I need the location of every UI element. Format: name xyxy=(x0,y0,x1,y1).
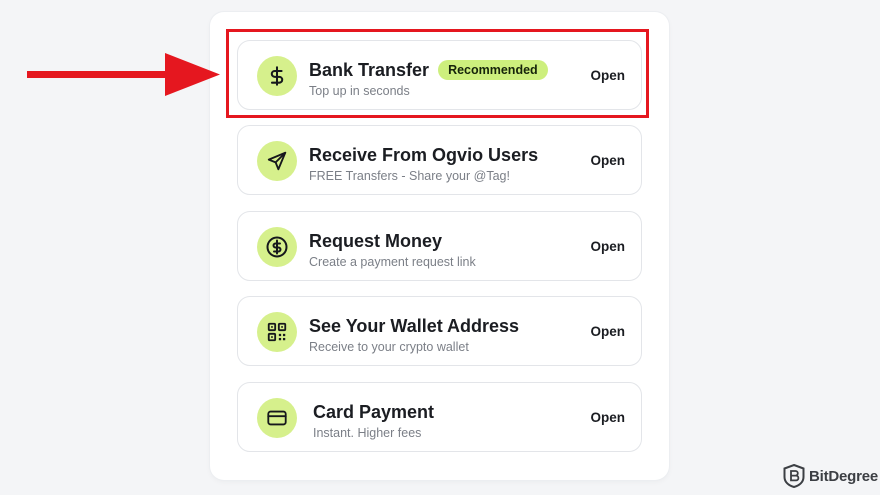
bitdegree-watermark: BitDegree xyxy=(783,464,878,488)
dollar-circle-icon xyxy=(257,227,297,267)
open-request-money-link[interactable]: Open xyxy=(590,239,625,254)
credit-card-icon xyxy=(257,398,297,438)
open-wallet-address-link[interactable]: Open xyxy=(590,324,625,339)
qr-code-icon xyxy=(257,312,297,352)
open-receive-link[interactable]: Open xyxy=(590,153,625,168)
option-request-money[interactable]: Request Money Create a payment request l… xyxy=(237,211,642,281)
option-title: Card Payment xyxy=(313,401,435,422)
option-subtitle: Create a payment request link xyxy=(309,255,476,269)
option-title: See Your Wallet Address xyxy=(309,315,520,336)
option-title: Receive From Ogvio Users xyxy=(309,144,539,165)
option-wallet-address[interactable]: See Your Wallet Address Receive to your … xyxy=(237,296,642,366)
red-arrow-annotation xyxy=(27,53,220,96)
option-subtitle: FREE Transfers - Share your @Tag! xyxy=(309,169,510,183)
highlight-box xyxy=(226,29,649,118)
open-card-payment-link[interactable]: Open xyxy=(590,410,625,425)
option-title: Request Money xyxy=(309,230,443,251)
bitdegree-logo-icon xyxy=(783,464,805,488)
option-subtitle: Receive to your crypto wallet xyxy=(309,340,469,354)
send-icon xyxy=(257,141,297,181)
option-card-payment[interactable]: Card Payment Instant. Higher fees Open xyxy=(237,382,642,452)
watermark-text: BitDegree xyxy=(809,467,879,485)
option-receive-from-users[interactable]: Receive From Ogvio Users FREE Transfers … xyxy=(237,125,642,195)
option-subtitle: Instant. Higher fees xyxy=(313,426,422,440)
